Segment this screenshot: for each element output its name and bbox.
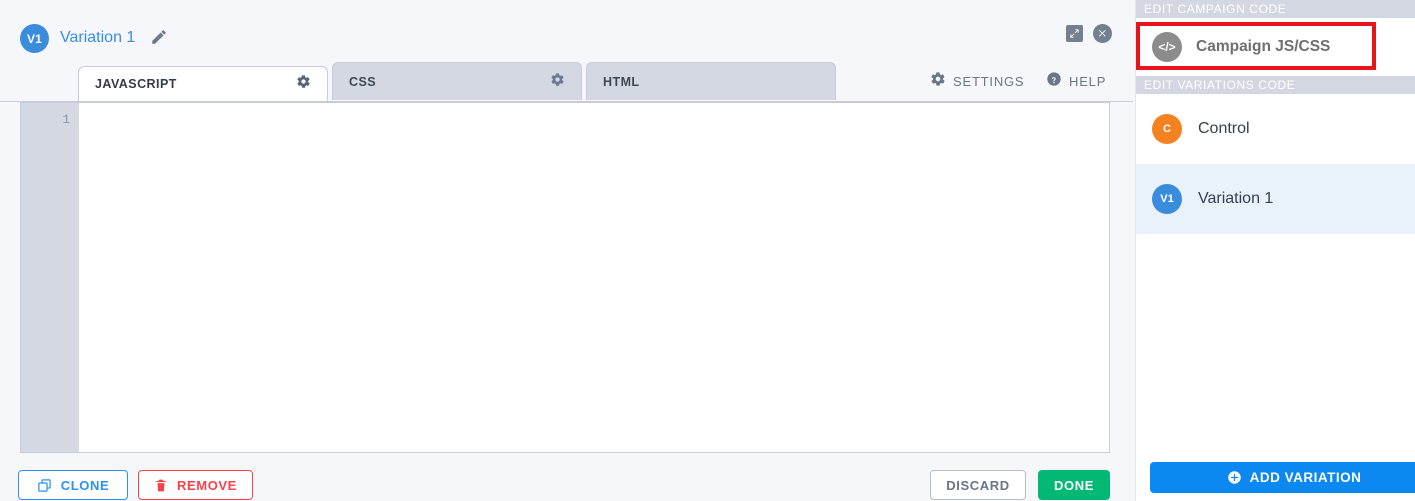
add-variation-label: ADD VARIATION xyxy=(1249,470,1362,485)
settings-button[interactable]: SETTINGS xyxy=(930,64,1024,98)
tab-css-gear-icon[interactable] xyxy=(550,72,565,92)
clone-label: CLONE xyxy=(60,477,110,493)
question-circle-icon xyxy=(1046,71,1062,92)
remove-button[interactable]: REMOVE xyxy=(138,470,253,500)
gear-icon xyxy=(930,71,946,92)
tab-javascript-label: JAVASCRIPT xyxy=(95,77,177,91)
control-avatar: C xyxy=(1152,114,1182,144)
sidebar-item-campaign-js-css[interactable]: </> Campaign JS/CSS xyxy=(1136,18,1415,76)
code-editor[interactable]: 1 xyxy=(20,102,1110,453)
variation-1-label: Variation 1 xyxy=(1198,190,1274,207)
code-targets-sidebar: EDIT CAMPAIGN CODE </> Campaign JS/CSS E… xyxy=(1135,0,1415,501)
done-label: DONE xyxy=(1054,477,1094,493)
plus-circle-icon xyxy=(1227,470,1242,485)
done-button[interactable]: DONE xyxy=(1038,470,1110,500)
tab-javascript[interactable]: JAVASCRIPT xyxy=(78,66,328,101)
variation-1-avatar: V1 xyxy=(1152,184,1182,214)
line-number: 1 xyxy=(62,112,70,127)
help-button[interactable]: HELP xyxy=(1046,64,1106,98)
control-label: Control xyxy=(1198,120,1250,137)
tab-html[interactable]: HTML xyxy=(586,62,836,100)
close-icon[interactable] xyxy=(1093,24,1112,43)
pencil-icon[interactable] xyxy=(150,28,168,46)
variation-badge: V1 xyxy=(20,24,49,53)
sidebar-item-control[interactable]: C Control xyxy=(1136,94,1415,164)
expand-icon[interactable] xyxy=(1066,25,1083,42)
variation-header: V1 Variation 1 xyxy=(0,0,1133,62)
code-brackets-icon: </> xyxy=(1152,32,1182,62)
variation-title[interactable]: Variation 1 xyxy=(60,28,135,48)
editor-action-bar: CLONE REMOVE DISCARD DONE xyxy=(0,462,1133,501)
help-label: HELP xyxy=(1069,73,1107,89)
edit-campaign-code-section-header: EDIT CAMPAIGN CODE xyxy=(1136,0,1415,18)
discard-button[interactable]: DISCARD xyxy=(930,470,1026,500)
editor-line-number-gutter: 1 xyxy=(21,103,79,452)
campaign-js-css-label: Campaign JS/CSS xyxy=(1196,38,1331,55)
tab-css[interactable]: CSS xyxy=(332,62,582,100)
variation-code-editor-pane: V1 Variation 1 JAVASCRIPT CSS HTML SETTI… xyxy=(0,0,1133,501)
copy-icon xyxy=(37,478,52,493)
add-variation-button[interactable]: ADD VARIATION xyxy=(1150,462,1415,493)
remove-label: REMOVE xyxy=(177,477,237,493)
edit-variations-code-section-header: EDIT VARIATIONS CODE xyxy=(1136,76,1415,94)
discard-label: DISCARD xyxy=(946,477,1010,493)
clone-button[interactable]: CLONE xyxy=(18,470,128,500)
sidebar-item-variation-1[interactable]: V1 Variation 1 xyxy=(1136,164,1415,234)
settings-label: SETTINGS xyxy=(953,73,1025,89)
trash-icon xyxy=(154,478,168,493)
tab-css-label: CSS xyxy=(349,74,377,89)
tab-html-label: HTML xyxy=(603,74,640,89)
code-input-area[interactable] xyxy=(79,103,1109,452)
tab-javascript-gear-icon[interactable] xyxy=(296,74,311,94)
